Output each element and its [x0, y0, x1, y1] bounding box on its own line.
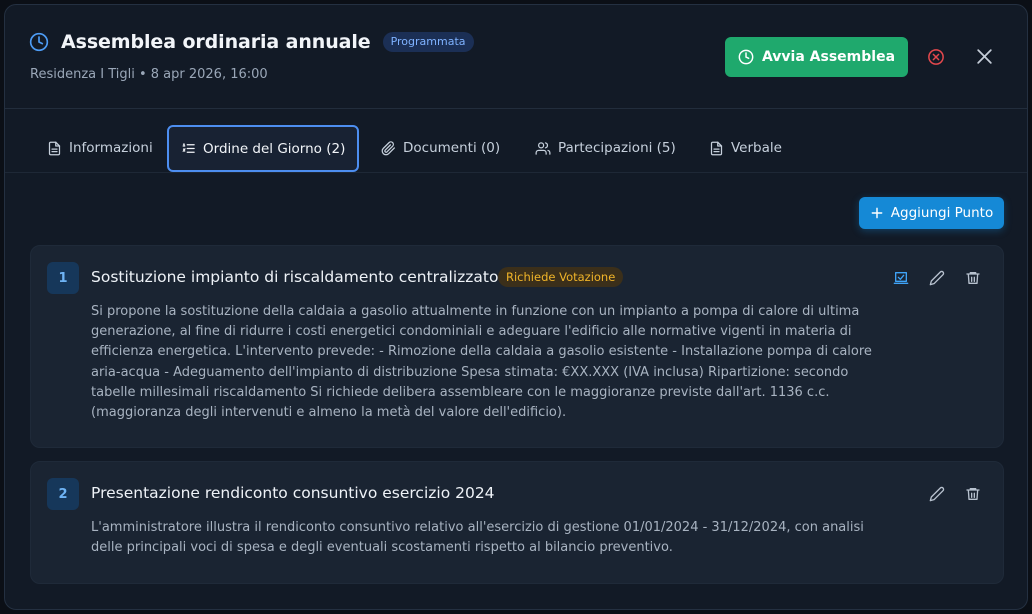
cancel-circle-icon[interactable] [927, 48, 945, 66]
tab-label: Documenti (0) [403, 140, 501, 156]
title-row: Assemblea ordinaria annuale Programmata [29, 31, 474, 53]
modal-header: Assemblea ordinaria annuale Programmata … [5, 5, 1027, 109]
item-title: Presentazione rendiconto consuntivo eser… [91, 484, 495, 502]
users-icon [535, 141, 551, 155]
list-ordered-icon [182, 143, 195, 153]
tab-bar: Informazioni Ordine del Giorno (2) Docum… [5, 110, 1027, 173]
start-assembly-label: Avvia Assemblea [761, 49, 896, 65]
item-description: L'amministratore illustra il rendiconto … [91, 520, 864, 556]
item-description: Si propone la sostituzione della caldaia… [91, 304, 872, 421]
page-title: Assemblea ordinaria annuale [61, 31, 371, 53]
file-text-icon [48, 141, 61, 155]
add-item-label: Aggiungi Punto [890, 205, 994, 221]
item-title: Sostituzione impianto di riscaldamento c… [91, 268, 499, 286]
status-badge: Programmata [382, 32, 474, 52]
assembly-subtitle: Residenza I Tigli • 8 apr 2026, 16:00 [30, 67, 268, 82]
trash-icon[interactable] [965, 486, 981, 502]
vote-required-badge: Richiede Votazione [498, 267, 624, 287]
item-number: 2 [47, 478, 79, 510]
paperclip-icon [381, 140, 395, 155]
tab-verbale[interactable]: Verbale [697, 124, 794, 172]
edit-icon[interactable] [929, 486, 945, 502]
assembly-modal: Assemblea ordinaria annuale Programmata … [4, 4, 1028, 610]
plus-icon [871, 207, 883, 219]
close-icon[interactable] [975, 47, 994, 66]
tab-partecipazioni[interactable]: Partecipazioni (5) [523, 124, 688, 172]
start-assembly-button[interactable]: Avvia Assemblea [725, 37, 908, 77]
agenda-item: 2 Presentazione rendiconto consuntivo es… [30, 461, 1004, 584]
tab-label: Partecipazioni (5) [558, 140, 676, 156]
tab-label: Ordine del Giorno (2) [203, 140, 346, 157]
tab-label: Verbale [731, 140, 782, 156]
agenda-item: 1 Sostituzione impianto di riscaldamento… [30, 245, 1004, 448]
tab-ordine-del-giorno[interactable]: Ordine del Giorno (2) [167, 125, 360, 172]
add-item-button[interactable]: Aggiungi Punto [859, 197, 1004, 229]
clock-icon [738, 49, 754, 65]
tab-informazioni[interactable]: Informazioni [35, 124, 165, 172]
tab-label: Informazioni [69, 140, 153, 156]
item-number: 1 [47, 262, 79, 294]
edit-icon[interactable] [929, 270, 945, 286]
tab-documenti[interactable]: Documenti (0) [369, 124, 512, 172]
trash-icon[interactable] [965, 270, 981, 286]
file-text-icon [710, 141, 723, 155]
clock-icon [29, 32, 49, 52]
vote-check-icon[interactable] [893, 270, 909, 286]
